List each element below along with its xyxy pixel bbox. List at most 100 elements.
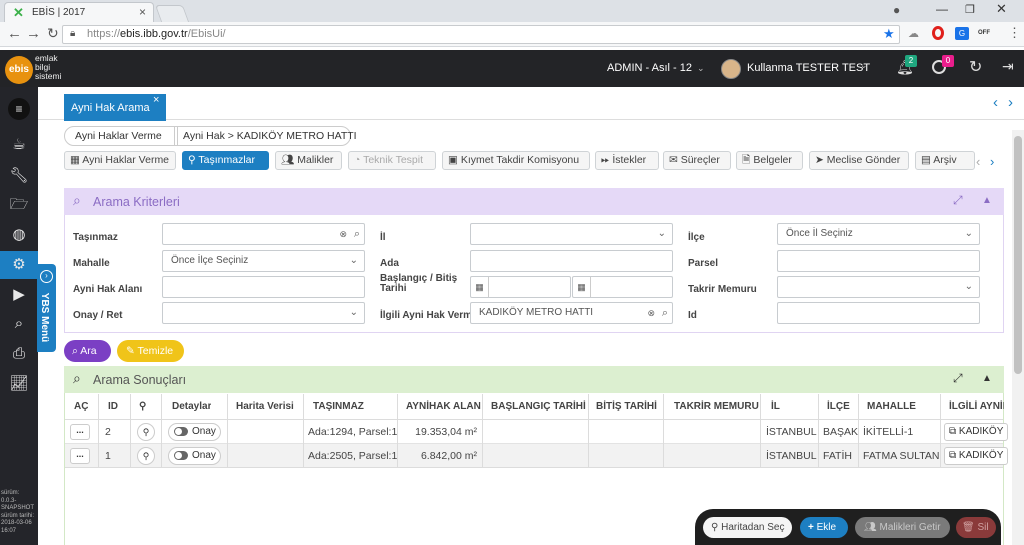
profile-icon[interactable]: ●	[893, 3, 900, 17]
ybs-menu-toggle[interactable]: › YBS Menü	[37, 264, 56, 352]
print-icon[interactable]: ⎙	[0, 340, 38, 368]
chevron-right-icon[interactable]: ›	[1008, 94, 1013, 111]
delete-button[interactable]: 🗑︎ Sil	[956, 517, 996, 538]
menu-icon[interactable]: ≡	[0, 95, 38, 123]
forward-icon[interactable]: →	[26, 25, 41, 42]
ilgili-link-button[interactable]: ⧉ KADIKÖY	[944, 423, 1008, 441]
collapse-icon[interactable]: ▲	[982, 195, 992, 206]
calendar-icon[interactable]: ▦	[471, 277, 489, 297]
search-icon[interactable]: ⌕	[0, 310, 38, 338]
window-close-icon[interactable]: ✕	[996, 1, 1007, 17]
close-icon[interactable]: ×	[153, 94, 159, 106]
onay-toggle[interactable]: Onay	[168, 423, 221, 441]
subtab-malikler[interactable]: 👥︎ Malikler	[275, 151, 342, 170]
mahalle-select[interactable]: Önce İlçe Seçiniz ⌄	[162, 250, 365, 272]
clear-circle-icon[interactable]: ⊗	[647, 303, 655, 323]
row-menu-button[interactable]: ...	[70, 424, 90, 440]
id-input[interactable]	[777, 302, 980, 324]
map-select-button[interactable]: ⚲ Haritadan Seç	[703, 517, 792, 538]
logout-icon[interactable]: ⇥	[1002, 58, 1014, 75]
translate-icon[interactable]: G	[955, 27, 969, 40]
extension-icon[interactable]: ☁	[908, 27, 919, 40]
takrir-memuru-select[interactable]: ⌄	[777, 276, 980, 298]
subtab-belgeler[interactable]: 🗎 Belgeler	[736, 151, 803, 170]
expand-icon[interactable]: ⤢	[953, 371, 963, 386]
col-header-mahalle[interactable]: MAHALLE	[867, 394, 916, 420]
refresh-icon[interactable]: ↻	[969, 57, 982, 77]
map-marker-button[interactable]: ⚲	[137, 447, 155, 465]
subtab-istekler[interactable]: ⏩︎ İstekler	[595, 151, 659, 170]
row-menu-button[interactable]: ...	[70, 448, 90, 464]
user-context-dropdown[interactable]: ADMIN - Asıl - 12 ⌄	[607, 62, 705, 74]
tasinmaz-input[interactable]: ⊗ ⌕	[162, 223, 365, 245]
chart-icon[interactable]: 📈︎	[0, 370, 38, 398]
play-icon[interactable]: ▶	[0, 281, 38, 309]
address-bar[interactable]: 🔒︎ https://ebis.ibb.gov.tr/EbisUi/ ★	[62, 25, 900, 44]
globe-icon[interactable]: ◍	[0, 221, 38, 249]
ayni-hak-alani-input[interactable]	[162, 276, 365, 298]
clear-button[interactable]: ✎ Temizle	[117, 340, 184, 362]
subtab-meclise-gonder[interactable]: ➤ Meclise Gönder	[809, 151, 909, 170]
col-header-marker[interactable]: ⚲	[139, 394, 146, 420]
ada-input[interactable]	[470, 250, 673, 272]
folder-open-icon[interactable]: 🗁	[0, 191, 38, 219]
breadcrumb-item[interactable]: Ayni Hak > KADIKÖY METRO HATTI	[174, 126, 357, 146]
col-header-bitis[interactable]: BİTİŞ TARİHİ	[596, 394, 657, 420]
browser-tab[interactable]: ✕ EBİS | 2017 ×	[4, 2, 154, 22]
add-button[interactable]: + Ekle	[800, 517, 848, 538]
col-header-ilce[interactable]: İLÇE	[827, 394, 850, 420]
subtab-kiymet-takdir[interactable]: ▣ Kıymet Takdir Komisyonu	[442, 151, 590, 170]
chevron-right-icon[interactable]: ›	[990, 154, 994, 169]
collapse-icon[interactable]: ▲	[982, 373, 992, 384]
close-icon[interactable]: ×	[139, 5, 146, 19]
page-scrollbar[interactable]	[1012, 130, 1024, 545]
col-header-ilgili[interactable]: İLGİLİ AYNİH	[949, 394, 1004, 420]
minimize-icon[interactable]: —	[936, 2, 948, 16]
map-marker-button[interactable]: ⚲	[137, 423, 155, 441]
chevron-left-icon[interactable]: ‹	[993, 94, 998, 111]
search-icon[interactable]: ⌕	[662, 303, 668, 323]
coffee-icon[interactable]: ☕︎	[0, 131, 38, 159]
subtab-arsiv[interactable]: ▤ Arşiv	[915, 151, 975, 170]
breadcrumb-item[interactable]: Ayni Haklar Verme	[64, 126, 178, 146]
clear-circle-icon[interactable]: ⊗	[339, 224, 347, 244]
subtab-ayni-haklar-verme[interactable]: ▦ Ayni Haklar Verme	[64, 151, 176, 170]
opera-icon[interactable]	[932, 26, 944, 40]
col-header-id[interactable]: ID	[108, 394, 118, 420]
page-tab-ayni-hak-arama[interactable]: Ayni Hak Arama ×	[64, 94, 166, 121]
col-header-il[interactable]: İL	[771, 394, 780, 420]
calendar-icon[interactable]: ▦	[573, 277, 591, 297]
onay-ret-select[interactable]: ⌄	[162, 302, 365, 324]
bookmark-star-icon[interactable]: ★	[883, 26, 895, 42]
new-tab-button[interactable]	[154, 5, 190, 22]
reload-icon[interactable]: ↻	[47, 25, 59, 42]
il-select[interactable]: ⌄	[470, 223, 673, 245]
subtab-surecler[interactable]: ✉ Süreçler	[663, 151, 731, 170]
parsel-input[interactable]	[777, 250, 980, 272]
col-header-harita[interactable]: Harita Verisi	[236, 394, 294, 420]
ilgili-link-button[interactable]: ⧉ KADIKÖY	[944, 447, 1008, 465]
ext-off-badge[interactable]: OFF	[978, 30, 990, 36]
onay-toggle[interactable]: Onay	[168, 447, 221, 465]
col-header-detaylar[interactable]: Detaylar	[172, 394, 211, 420]
subtab-teknik-tespit[interactable]: ◔ Teknik Tespit	[348, 151, 436, 170]
col-header-tasinmaz[interactable]: TAŞINMAZ	[313, 394, 364, 420]
subtab-tasinmazlar[interactable]: ⚲ Taşınmazlar	[182, 151, 269, 170]
col-header-baslangic[interactable]: BAŞLANGIÇ TARİHİ	[491, 394, 586, 420]
ilce-select[interactable]: Önce İl Seçiniz ⌄	[777, 223, 980, 245]
restore-icon[interactable]: ❐	[965, 3, 975, 16]
col-header-takrir[interactable]: TAKRİR MEMURU	[674, 394, 759, 420]
col-header-aynihak-alan[interactable]: AYNİHAK ALAN	[406, 394, 481, 420]
chevron-left-icon[interactable]: ‹	[976, 154, 980, 169]
back-icon[interactable]: ←	[7, 25, 22, 42]
ilgili-ayni-hak-input[interactable]: KADIKÖY METRO HATTI ⊗ ⌕	[470, 302, 673, 324]
search-button[interactable]: ⌕ Ara	[64, 340, 111, 362]
start-date-input[interactable]: ▦	[470, 276, 571, 298]
col-header-ac[interactable]: AÇ	[74, 394, 88, 420]
get-owners-button[interactable]: 👥︎ Malikleri Getir	[855, 517, 950, 538]
end-date-input[interactable]: ▦	[572, 276, 673, 298]
gear-icon[interactable]: ⚙	[0, 251, 38, 279]
scrollbar-thumb[interactable]	[1014, 136, 1022, 374]
app-logo[interactable]: ebis	[5, 56, 33, 84]
search-icon[interactable]: ⌕	[354, 224, 360, 244]
